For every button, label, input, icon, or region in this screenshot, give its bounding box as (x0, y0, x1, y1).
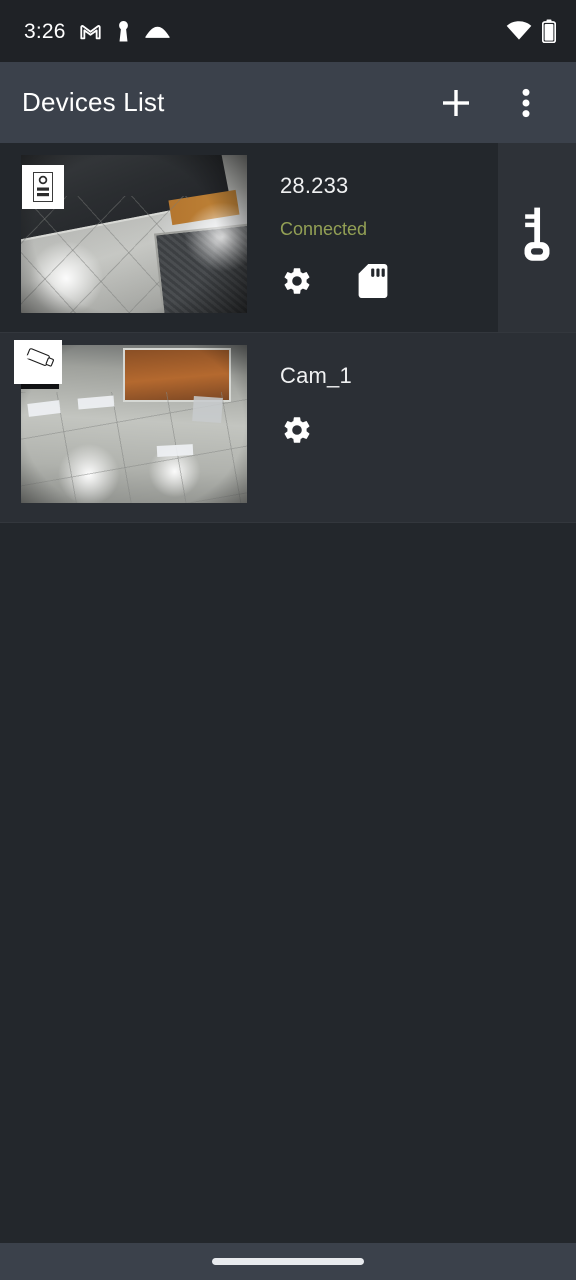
keyhole-icon (115, 20, 132, 43)
table-row[interactable]: Cam_1 (0, 333, 576, 523)
key-icon (524, 207, 550, 261)
status-badge: Connected (280, 219, 368, 239)
navigation-bar (0, 1243, 576, 1280)
settings-button[interactable] (280, 264, 314, 298)
device-key-panel[interactable] (498, 143, 576, 332)
gear-icon (284, 268, 310, 294)
device-info: 28.233 Connected (280, 155, 390, 298)
three-dots-vertical-icon (522, 88, 530, 117)
sd-card-button[interactable] (356, 264, 390, 298)
device-row-content[interactable]: 28.233 Connected (0, 143, 498, 332)
status-bar-clock: 3:26 (24, 19, 66, 43)
page-title: Devices List (22, 87, 165, 117)
cloud-icon (144, 22, 170, 40)
status-bar: 3:26 (0, 0, 576, 62)
device-row-content[interactable]: Cam_1 (0, 333, 576, 522)
phone-screen: 3:26 Devices List 28.233 Connected Cam_1 (0, 0, 576, 1280)
home-indicator[interactable] (212, 1258, 364, 1265)
table-row[interactable]: 28.233 Connected (0, 143, 576, 333)
doorbell-icon (22, 165, 64, 209)
device-info: Cam_1 (280, 345, 352, 447)
add-device-button[interactable] (430, 77, 482, 129)
plus-icon (443, 89, 469, 116)
settings-button[interactable] (280, 413, 314, 447)
battery-icon (542, 19, 556, 43)
device-thumbnail[interactable] (14, 340, 247, 503)
device-actions (280, 264, 390, 298)
wifi-icon (506, 21, 532, 41)
cctv-camera-icon (14, 340, 62, 384)
device-name: 28.233 (280, 173, 349, 198)
sd-card-icon (358, 264, 388, 298)
devices-list: 28.233 Connected Cam_1 (0, 143, 576, 1243)
device-actions (280, 413, 352, 447)
overflow-menu-button[interactable] (500, 77, 552, 129)
device-name: Cam_1 (280, 363, 352, 388)
device-thumbnail[interactable] (21, 155, 247, 313)
app-bar: Devices List (0, 62, 576, 143)
status-bar-right (506, 19, 556, 43)
gmail-icon (79, 20, 102, 43)
gear-icon (284, 417, 310, 443)
status-bar-left: 3:26 (24, 20, 170, 43)
